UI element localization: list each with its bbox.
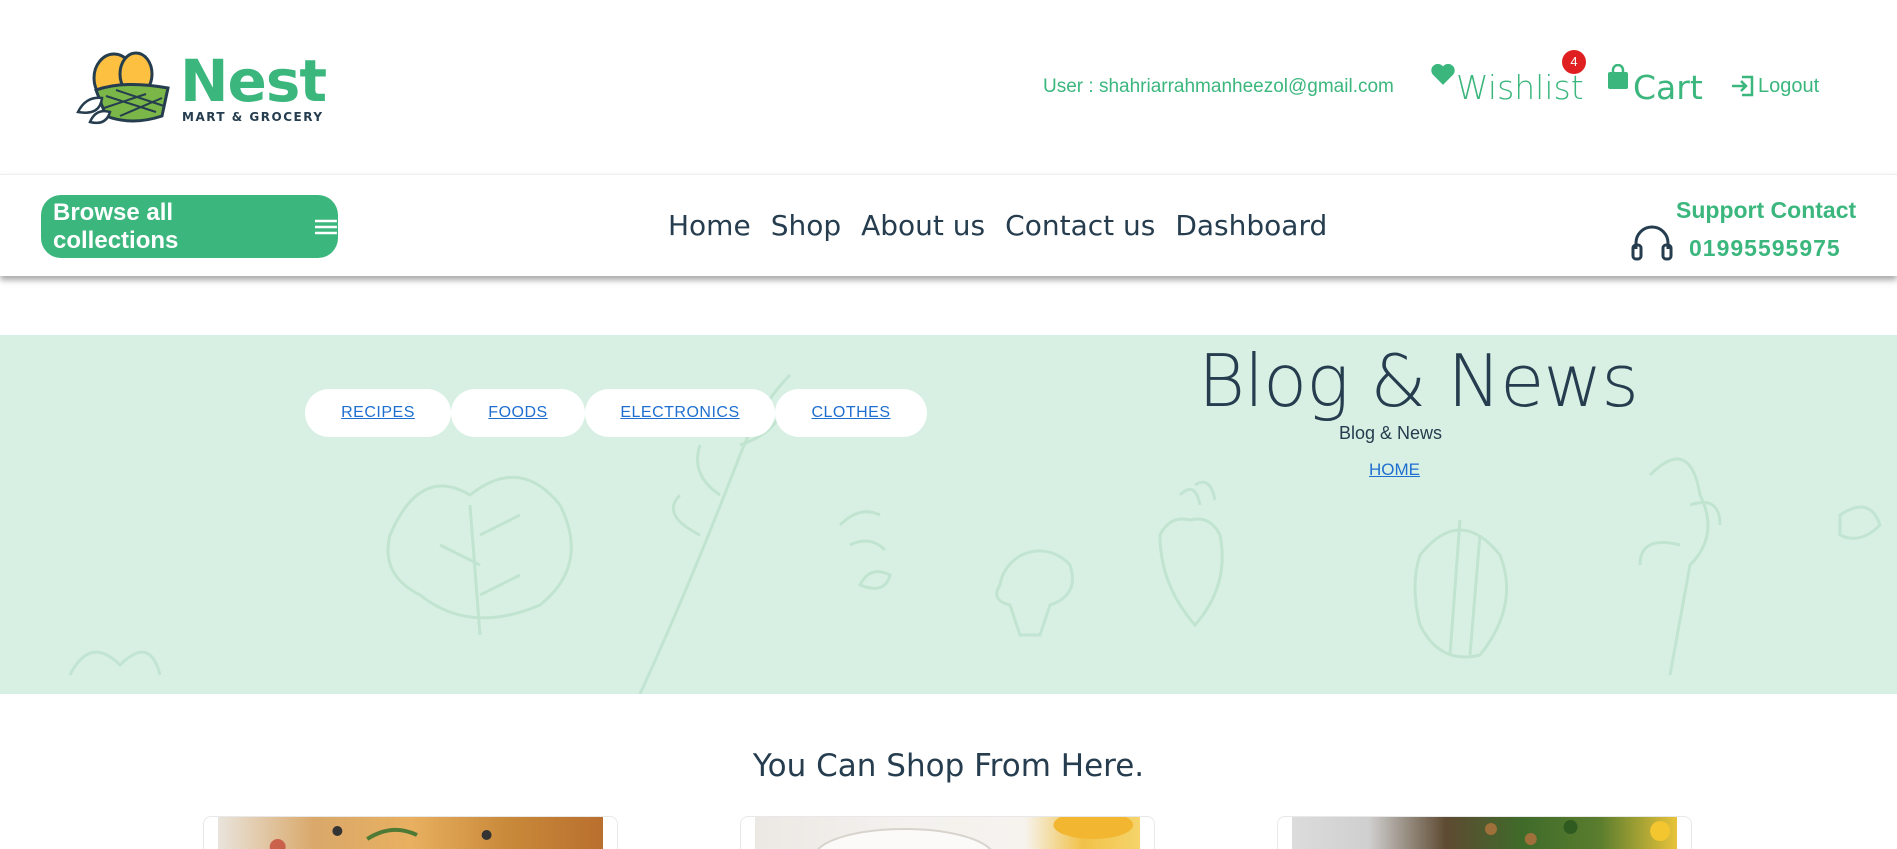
product-card[interactable]	[203, 816, 618, 849]
category-link-electronics[interactable]: ELECTRONICS	[620, 404, 739, 422]
browse-collections-button[interactable]: Browse all collections	[41, 195, 338, 258]
wishlist-link[interactable]: Wishlist	[1430, 62, 1584, 108]
user-email-label: User : shahriarrahmanheezol@gmail.com	[1043, 76, 1394, 97]
plate-detail-icon	[817, 811, 1134, 849]
logo-name: Nest	[180, 47, 327, 115]
category-link-clothes[interactable]: CLOTHES	[811, 404, 890, 422]
top-header: Nest MART & GROCERY User : shahriarrahma…	[0, 0, 1897, 174]
shopping-bag-icon	[1608, 64, 1628, 89]
nav-link-dashboard[interactable]: Dashboard	[1175, 209, 1327, 242]
product-card[interactable]	[1277, 816, 1692, 849]
product-card[interactable]	[740, 811, 1155, 849]
pizza-image	[218, 817, 603, 849]
login-arrow-icon	[1732, 75, 1754, 97]
logout-label: Logout	[1758, 74, 1820, 97]
category-pill-electronics[interactable]: ELECTRONICS	[585, 389, 775, 437]
nav-link-about-us[interactable]: About us	[861, 209, 985, 242]
nav-link-contact-us[interactable]: Contact us	[1005, 209, 1155, 242]
wishlist-count-badge: 4	[1562, 50, 1586, 74]
main-nav-bar: Browse all collections Home Shop About u…	[0, 174, 1897, 276]
category-pill-recipes[interactable]: RECIPES	[305, 389, 451, 437]
category-pill-clothes[interactable]: CLOTHES	[775, 389, 927, 437]
page-subtitle: Blog & News	[1339, 423, 1443, 443]
cart-link[interactable]: Cart	[1607, 62, 1703, 108]
cart-label: Cart	[1633, 68, 1703, 107]
headset-icon	[1631, 225, 1673, 261]
pizza-detail-icon	[269, 826, 492, 849]
salad-detail-icon	[1484, 820, 1671, 845]
support-phone[interactable]: 01995595975	[1689, 235, 1841, 262]
shop-section-heading: You Can Shop From Here.	[752, 748, 1145, 784]
logo-subtitle: MART & GROCERY	[182, 110, 324, 124]
heart-icon	[1431, 63, 1455, 85]
logo[interactable]: Nest MART & GROCERY	[76, 47, 327, 130]
breadcrumb-home-link[interactable]: HOME	[1369, 460, 1420, 480]
nav-links: Home Shop About us Contact us Dashboard	[668, 209, 1327, 242]
logout-link[interactable]: Logout	[1730, 74, 1819, 98]
page-title: Blog & News	[1198, 339, 1639, 423]
category-link-foods[interactable]: FOODS	[488, 404, 547, 422]
basket-logo-icon	[76, 51, 170, 125]
hamburger-menu-icon	[315, 219, 338, 234]
support-contact: Support Contact 01995595975	[1630, 193, 1860, 263]
nav-link-home[interactable]: Home	[668, 209, 751, 242]
plate-image	[755, 811, 1140, 849]
support-title: Support Contact	[1676, 197, 1857, 223]
hero-banner: RECIPES FOODS ELECTRONICS CLOTHES Blog &…	[0, 335, 1897, 694]
category-pill-foods[interactable]: FOODS	[451, 389, 585, 437]
nav-link-shop[interactable]: Shop	[771, 209, 841, 242]
browse-collections-label: Browse all collections	[53, 198, 179, 254]
wishlist-label: Wishlist	[1456, 68, 1584, 107]
category-link-recipes[interactable]: RECIPES	[341, 404, 415, 422]
salad-image	[1292, 817, 1677, 849]
